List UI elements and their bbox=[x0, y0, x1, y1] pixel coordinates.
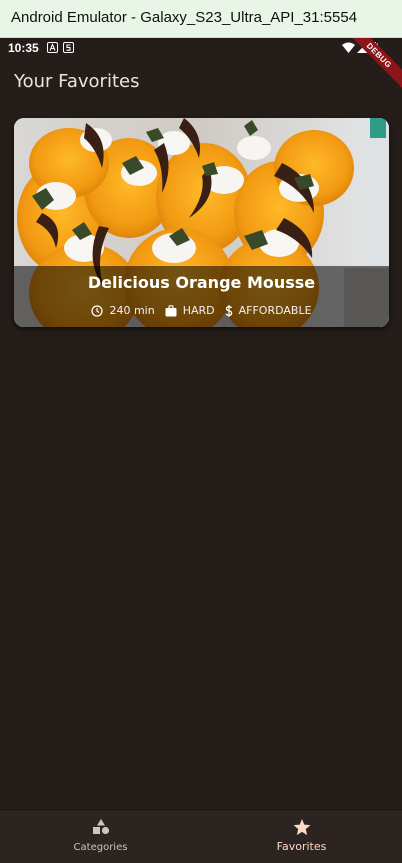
meal-duration: 240 min bbox=[109, 304, 155, 317]
phone-screen: 10:35 DEBUG Your Favorites Delicious Ora… bbox=[0, 38, 402, 863]
status-bar: 10:35 DEBUG bbox=[0, 38, 402, 92]
wifi-icon bbox=[342, 42, 355, 53]
nav-categories-label: Categories bbox=[73, 842, 128, 853]
meta-affordability: AFFORDABLE bbox=[225, 304, 312, 317]
bottom-navigation: Categories Favorites bbox=[0, 809, 402, 863]
status-time: 10:35 bbox=[8, 41, 39, 55]
meal-title: Delicious Orange Mousse bbox=[87, 273, 316, 292]
meta-duration: 240 min bbox=[91, 304, 155, 317]
clock-icon bbox=[91, 304, 104, 317]
star-icon bbox=[293, 819, 310, 836]
briefcase-icon bbox=[165, 304, 177, 316]
meal-card[interactable]: Delicious Orange Mousse 240 min HARD AFF… bbox=[14, 118, 389, 327]
nav-favorites[interactable]: Favorites bbox=[201, 810, 402, 863]
nav-categories[interactable]: Categories bbox=[0, 810, 201, 863]
emulator-window-title: Android Emulator - Galaxy_S23_Ultra_API_… bbox=[11, 9, 358, 26]
emulator-title-bar: Android Emulator - Galaxy_S23_Ultra_API_… bbox=[0, 0, 402, 38]
meal-complexity: HARD bbox=[182, 304, 215, 317]
category-icon bbox=[92, 819, 109, 835]
meal-info-overlay: Delicious Orange Mousse 240 min HARD AFF… bbox=[14, 266, 389, 327]
nav-favorites-label: Favorites bbox=[276, 840, 327, 853]
notification-s-icon bbox=[63, 42, 74, 53]
page-title: Your Favorites bbox=[14, 71, 140, 92]
dollar-icon bbox=[225, 304, 232, 317]
meal-affordability: AFFORDABLE bbox=[238, 304, 312, 317]
meal-meta: 240 min HARD AFFORDABLE bbox=[14, 304, 389, 317]
notification-a-icon bbox=[47, 42, 58, 53]
meta-complexity: HARD bbox=[165, 304, 215, 317]
